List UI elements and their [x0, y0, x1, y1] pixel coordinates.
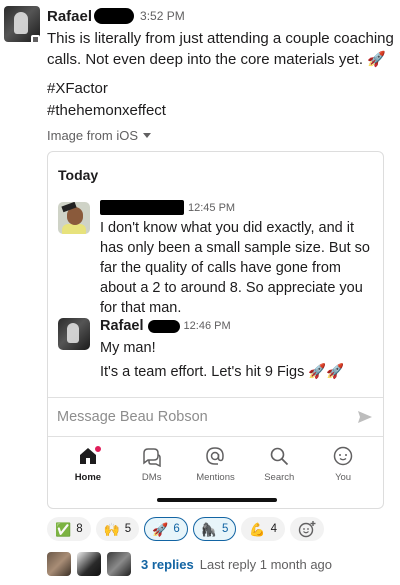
check-emoji-icon: ✅ — [55, 521, 72, 537]
redacted-name — [100, 200, 184, 215]
notification-badge — [93, 445, 102, 453]
rafael-avatar — [58, 318, 90, 350]
mobile-tab-bar: Home DMs Mentions Search You — [48, 441, 383, 491]
tab-mentions: Mentions — [185, 441, 245, 491]
rafael-message-1: My man! — [100, 340, 156, 356]
tab-dms: DMs — [122, 441, 182, 491]
reaction-count: 6 — [173, 523, 180, 535]
tab-home: Home — [58, 441, 118, 491]
reaction-bar: ✅ 8 🙌 5 🚀 6 🦍 5 💪 4 — [47, 517, 324, 541]
redacted-surname — [147, 319, 180, 333]
image-source-toggle[interactable]: Image from iOS — [47, 128, 152, 143]
sender-name[interactable]: Rafael — [47, 8, 92, 25]
add-emoji-icon — [298, 521, 316, 538]
reaction-check[interactable]: ✅ 8 — [47, 517, 91, 541]
reaction-count: 8 — [76, 523, 83, 535]
replier-avatar — [77, 552, 101, 576]
responder-header: 12:45 PM — [100, 200, 235, 215]
add-reaction-button[interactable] — [289, 517, 324, 541]
presence-status-icon — [31, 35, 40, 44]
reaction-count: 5 — [124, 523, 132, 535]
dms-icon — [142, 448, 161, 467]
rafael-name: Rafael — [100, 318, 144, 334]
responder-message: I don't know what you did exactly, and i… — [100, 220, 370, 316]
gorilla-emoji-icon: 🦍 — [200, 521, 217, 537]
redacted-surname — [94, 8, 135, 24]
message-text: This is literally from just attending a … — [47, 30, 394, 68]
reaction-rocket[interactable]: 🚀 6 — [144, 517, 188, 541]
last-reply-time: Last reply 1 month ago — [199, 556, 333, 572]
chevron-down-icon — [143, 133, 152, 138]
reaction-raised-hands[interactable]: 🙌 5 — [95, 517, 140, 541]
responder-avatar — [58, 202, 90, 234]
reaction-count: 4 — [270, 523, 277, 535]
responder-time: 12:45 PM — [188, 201, 236, 214]
reaction-gorilla[interactable]: 🦍 5 — [192, 517, 237, 541]
hashtag-thehemonxeffect[interactable]: #thehemonxeffect — [47, 101, 166, 121]
tab-label: DMs — [141, 472, 162, 483]
reaction-flexed-biceps[interactable]: 💪 4 — [241, 517, 285, 541]
rafael-header: Rafael 12:46 PM — [100, 318, 231, 334]
message-time[interactable]: 3:52 PM — [140, 9, 185, 23]
replies-link[interactable]: 3 replies — [141, 557, 194, 572]
rafael-time: 12:46 PM — [183, 320, 231, 332]
day-divider: Today — [58, 167, 99, 183]
tab-label: Home — [74, 472, 102, 483]
rocket-emoji-icon: 🚀 — [152, 521, 169, 537]
compose-box — [48, 397, 383, 437]
search-icon — [270, 447, 289, 466]
home-indicator — [157, 498, 277, 502]
reaction-count: 5 — [221, 523, 229, 535]
tab-label: Mentions — [196, 472, 235, 483]
send-icon — [358, 411, 372, 423]
tab-you: You — [313, 441, 373, 491]
replier-avatar — [107, 552, 131, 576]
message-header: Rafael 3:52 PM — [47, 6, 185, 26]
mentions-icon — [206, 447, 225, 465]
thread-summary[interactable]: 3 replies Last reply 1 month ago — [47, 552, 332, 576]
attached-screenshot[interactable]: Today 12:45 PM I don't know what you did… — [47, 151, 384, 509]
tab-search: Search — [249, 441, 309, 491]
compose-input — [57, 409, 337, 425]
replier-avatar — [47, 552, 71, 576]
image-source-label: Image from iOS — [47, 128, 139, 143]
tab-label: You — [335, 472, 352, 483]
tab-label: Search — [264, 472, 295, 483]
rafael-message-2: It's a team effort. Let's hit 9 Figs 🚀🚀 — [100, 364, 345, 380]
raised-hands-emoji-icon: 🙌 — [103, 521, 120, 537]
hashtag-xfactor[interactable]: #XFactor — [47, 79, 108, 99]
flexed-biceps-emoji-icon: 💪 — [249, 521, 266, 537]
you-icon — [333, 446, 353, 466]
